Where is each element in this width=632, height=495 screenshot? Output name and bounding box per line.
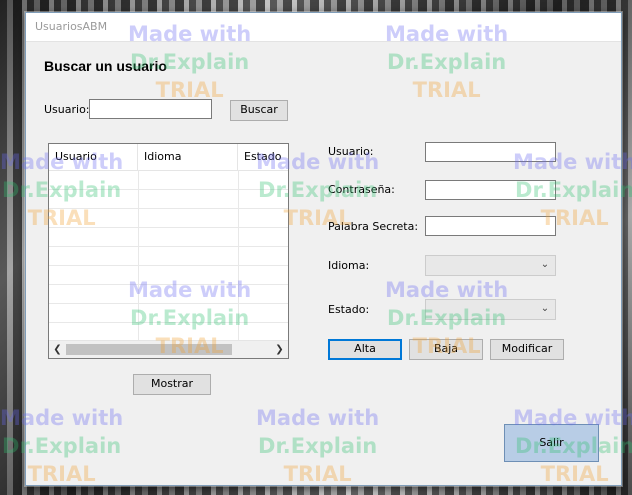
horizontal-scrollbar[interactable]: ❮ ❯: [49, 340, 288, 358]
chevron-left-icon[interactable]: ❮: [49, 341, 66, 358]
estado-dropdown[interactable]: ⌄: [425, 299, 556, 320]
contrasena-label: Contraseña:: [328, 183, 395, 196]
grid-row: [49, 322, 288, 342]
grid-row: [49, 170, 288, 190]
grid-row: [49, 284, 288, 304]
column-header-idioma[interactable]: Idioma: [138, 144, 238, 170]
baja-button[interactable]: Baja: [409, 339, 483, 360]
form-usuario-input[interactable]: [425, 142, 556, 162]
mostrar-button[interactable]: Mostrar: [133, 374, 211, 395]
grid-row: [49, 303, 288, 323]
palabra-secreta-input[interactable]: [425, 216, 556, 236]
column-header-estado[interactable]: Estado: [238, 144, 288, 170]
contrasena-input[interactable]: [425, 180, 556, 200]
search-heading: Buscar un usuario: [44, 58, 167, 74]
estado-label: Estado:: [328, 303, 370, 316]
modificar-button[interactable]: Modificar: [490, 339, 564, 360]
buscar-button[interactable]: Buscar: [230, 100, 288, 121]
grid-row: [49, 246, 288, 266]
usuarios-grid[interactable]: Usuario Idioma Estado ❮ ❯: [48, 143, 289, 359]
scrollbar-thumb[interactable]: [66, 344, 232, 355]
grid-row: [49, 227, 288, 247]
idioma-label: Idioma:: [328, 259, 370, 272]
title-bar[interactable]: UsuariosABM: [26, 13, 621, 42]
search-usuario-input[interactable]: [89, 99, 212, 119]
grid-row: [49, 208, 288, 228]
search-usuario-label: Usuario:: [44, 103, 90, 116]
palabra-secreta-label: Palabra Secreta:: [328, 220, 419, 233]
alta-button[interactable]: Alta: [328, 339, 402, 360]
grid-row: [49, 265, 288, 285]
window-title: UsuariosABM: [35, 20, 108, 33]
column-header-usuario[interactable]: Usuario: [49, 144, 138, 170]
usuarios-abm-window: UsuariosABM Buscar un usuario Usuario: B…: [25, 12, 622, 486]
salir-button[interactable]: Salir: [504, 424, 599, 462]
idioma-dropdown[interactable]: ⌄: [425, 255, 556, 276]
grid-header: Usuario Idioma Estado: [49, 144, 288, 171]
chevron-right-icon[interactable]: ❯: [271, 341, 288, 358]
chevron-down-icon: ⌄: [540, 259, 550, 270]
chevron-down-icon: ⌄: [540, 303, 550, 314]
grid-row: [49, 189, 288, 209]
form-usuario-label: Usuario:: [328, 145, 374, 158]
